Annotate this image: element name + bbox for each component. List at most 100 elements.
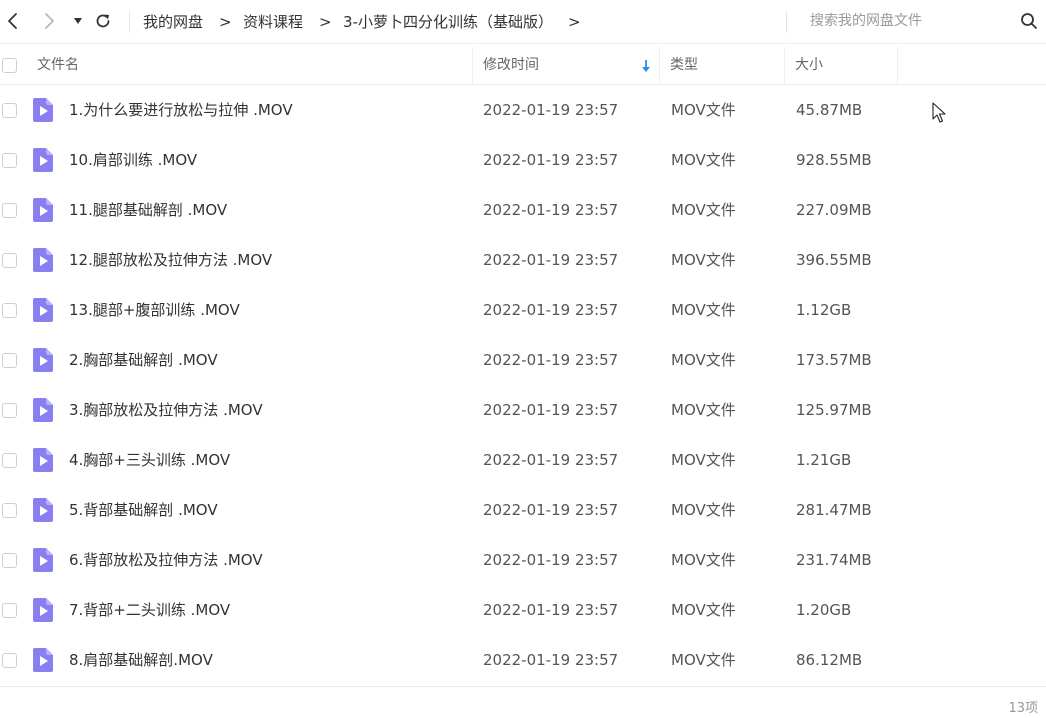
history-dropdown-button[interactable] bbox=[67, 10, 89, 32]
row-checkbox[interactable] bbox=[2, 553, 17, 568]
file-modified-time: 2022-01-19 23:57 bbox=[483, 301, 619, 319]
file-name: 7.背部+二头训练 .MOV bbox=[69, 601, 231, 619]
table-row[interactable]: 8.肩部基础解剖.MOV 2022-01-19 23:57 MOV文件 86.1… bbox=[0, 635, 1046, 685]
video-file-icon bbox=[33, 98, 53, 122]
file-size: 173.57MB bbox=[796, 351, 872, 369]
chevron-right-icon bbox=[45, 13, 54, 29]
video-file-icon bbox=[33, 648, 53, 672]
breadcrumb-separator: > bbox=[219, 13, 232, 31]
video-file-icon bbox=[33, 598, 53, 622]
file-modified-time: 2022-01-19 23:57 bbox=[483, 201, 619, 219]
table-header: 文件名 修改时间 类型 大小 bbox=[0, 47, 1046, 85]
caret-down-icon bbox=[74, 18, 82, 24]
file-type: MOV文件 bbox=[671, 101, 736, 119]
row-checkbox[interactable] bbox=[2, 153, 17, 168]
video-file-icon bbox=[33, 248, 53, 272]
file-type: MOV文件 bbox=[671, 401, 736, 419]
chevron-left-icon bbox=[8, 13, 17, 29]
table-row[interactable]: 7.背部+二头训练 .MOV 2022-01-19 23:57 MOV文件 1.… bbox=[0, 585, 1046, 635]
file-size: 281.47MB bbox=[796, 501, 872, 519]
breadcrumb-separator: > bbox=[568, 13, 581, 31]
file-type: MOV文件 bbox=[671, 451, 736, 469]
file-modified-time: 2022-01-19 23:57 bbox=[483, 151, 619, 169]
column-header-type[interactable]: 类型 bbox=[670, 47, 698, 84]
video-file-icon bbox=[33, 498, 53, 522]
file-type: MOV文件 bbox=[671, 151, 736, 169]
table-row[interactable]: 5.背部基础解剖 .MOV 2022-01-19 23:57 MOV文件 281… bbox=[0, 485, 1046, 535]
forward-button[interactable] bbox=[38, 10, 60, 32]
file-size: 396.55MB bbox=[796, 251, 872, 269]
row-checkbox[interactable] bbox=[2, 453, 17, 468]
video-file-icon bbox=[33, 298, 53, 322]
file-size: 1.21GB bbox=[796, 451, 852, 469]
video-file-icon bbox=[33, 148, 53, 172]
file-type: MOV文件 bbox=[671, 501, 736, 519]
breadcrumb-item-courses[interactable]: 资料课程 bbox=[243, 12, 303, 32]
row-checkbox[interactable] bbox=[2, 103, 17, 118]
column-divider[interactable] bbox=[472, 47, 473, 84]
file-list: 1.为什么要进行放松与拉伸 .MOV 2022-01-19 23:57 MOV文… bbox=[0, 85, 1046, 685]
file-modified-time: 2022-01-19 23:57 bbox=[483, 451, 619, 469]
table-row[interactable]: 6.背部放松及拉伸方法 .MOV 2022-01-19 23:57 MOV文件 … bbox=[0, 535, 1046, 585]
file-name: 6.背部放松及拉伸方法 .MOV bbox=[69, 551, 263, 569]
file-modified-time: 2022-01-19 23:57 bbox=[483, 401, 619, 419]
sort-descending-icon[interactable] bbox=[640, 59, 652, 73]
row-checkbox[interactable] bbox=[2, 303, 17, 318]
file-name: 1.为什么要进行放松与拉伸 .MOV bbox=[69, 101, 293, 119]
file-name: 4.胸部+三头训练 .MOV bbox=[69, 451, 231, 469]
back-button[interactable] bbox=[2, 10, 24, 32]
row-checkbox[interactable] bbox=[2, 653, 17, 668]
file-size: 45.87MB bbox=[796, 101, 863, 119]
table-row[interactable]: 10.肩部训练 .MOV 2022-01-19 23:57 MOV文件 928.… bbox=[0, 135, 1046, 185]
item-count: 13项 bbox=[1008, 701, 1038, 716]
file-modified-time: 2022-01-19 23:57 bbox=[483, 551, 619, 569]
row-checkbox[interactable] bbox=[2, 253, 17, 268]
file-type: MOV文件 bbox=[671, 201, 736, 219]
file-type: MOV文件 bbox=[671, 651, 736, 669]
file-type: MOV文件 bbox=[671, 551, 736, 569]
top-toolbar: 我的网盘 > 资料课程 > 3-小萝卜四分化训练（基础版） > bbox=[0, 0, 1046, 44]
column-divider[interactable] bbox=[897, 47, 898, 84]
file-modified-time: 2022-01-19 23:57 bbox=[483, 351, 619, 369]
row-checkbox[interactable] bbox=[2, 353, 17, 368]
row-checkbox[interactable] bbox=[2, 603, 17, 618]
refresh-icon bbox=[96, 14, 110, 28]
search-divider bbox=[786, 11, 787, 33]
file-size: 928.55MB bbox=[796, 151, 872, 169]
row-checkbox[interactable] bbox=[2, 403, 17, 418]
file-name: 8.肩部基础解剖.MOV bbox=[69, 651, 213, 669]
row-checkbox[interactable] bbox=[2, 203, 17, 218]
row-checkbox[interactable] bbox=[2, 503, 17, 518]
file-size: 125.97MB bbox=[796, 401, 872, 419]
table-row[interactable]: 1.为什么要进行放松与拉伸 .MOV 2022-01-19 23:57 MOV文… bbox=[0, 85, 1046, 135]
refresh-button[interactable] bbox=[92, 10, 114, 32]
file-size: 86.12MB bbox=[796, 651, 863, 669]
breadcrumb-item-current[interactable]: 3-小萝卜四分化训练（基础版） bbox=[343, 12, 553, 32]
search-input[interactable] bbox=[798, 8, 1020, 34]
file-name: 13.腿部+腹部训练 .MOV bbox=[69, 301, 240, 319]
file-name: 5.背部基础解剖 .MOV bbox=[69, 501, 218, 519]
video-file-icon bbox=[33, 198, 53, 222]
table-row[interactable]: 2.胸部基础解剖 .MOV 2022-01-19 23:57 MOV文件 173… bbox=[0, 335, 1046, 385]
column-divider[interactable] bbox=[784, 47, 785, 84]
file-type: MOV文件 bbox=[671, 601, 736, 619]
video-file-icon bbox=[33, 448, 53, 472]
video-file-icon bbox=[33, 348, 53, 372]
file-modified-time: 2022-01-19 23:57 bbox=[483, 651, 619, 669]
table-row[interactable]: 13.腿部+腹部训练 .MOV 2022-01-19 23:57 MOV文件 1… bbox=[0, 285, 1046, 335]
column-header-name[interactable]: 文件名 bbox=[37, 47, 79, 84]
file-type: MOV文件 bbox=[671, 301, 736, 319]
file-name: 10.肩部训练 .MOV bbox=[69, 151, 198, 169]
table-row[interactable]: 3.胸部放松及拉伸方法 .MOV 2022-01-19 23:57 MOV文件 … bbox=[0, 385, 1046, 435]
file-size: 227.09MB bbox=[796, 201, 872, 219]
table-row[interactable]: 12.腿部放松及拉伸方法 .MOV 2022-01-19 23:57 MOV文件… bbox=[0, 235, 1046, 285]
breadcrumb-item-home[interactable]: 我的网盘 bbox=[143, 12, 203, 32]
table-row[interactable]: 4.胸部+三头训练 .MOV 2022-01-19 23:57 MOV文件 1.… bbox=[0, 435, 1046, 485]
search-button[interactable] bbox=[1018, 10, 1040, 32]
select-all-checkbox[interactable] bbox=[2, 58, 17, 73]
table-row[interactable]: 11.腿部基础解剖 .MOV 2022-01-19 23:57 MOV文件 22… bbox=[0, 185, 1046, 235]
column-header-size[interactable]: 大小 bbox=[795, 47, 823, 84]
video-file-icon bbox=[33, 548, 53, 572]
column-header-modified[interactable]: 修改时间 bbox=[483, 47, 539, 84]
column-divider[interactable] bbox=[659, 47, 660, 84]
